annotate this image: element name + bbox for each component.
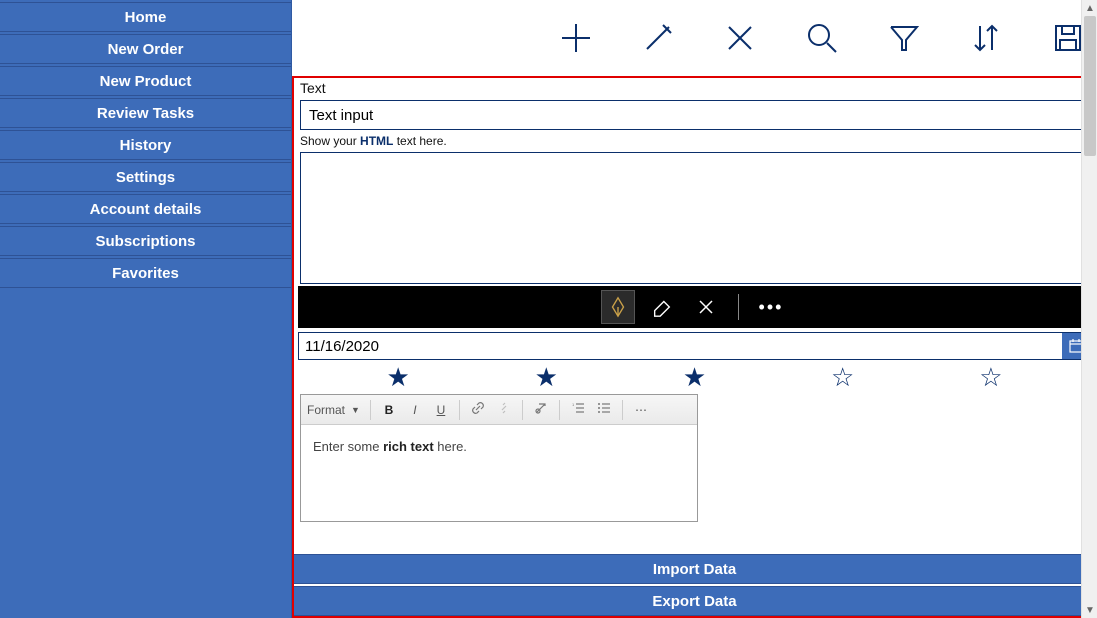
filter-icon[interactable] <box>887 21 921 55</box>
scroll-up-icon[interactable]: ▲ <box>1082 0 1097 16</box>
close-icon[interactable] <box>723 21 757 55</box>
rte-format-label: Format <box>307 403 345 417</box>
pen-icon[interactable] <box>602 291 634 323</box>
star-2[interactable]: ★ <box>535 364 558 390</box>
list-ul-icon[interactable] <box>596 401 612 418</box>
search-icon[interactable] <box>805 21 839 55</box>
html-hint-suffix: text here. <box>393 134 446 148</box>
rating: ★ ★ ★ ☆ ☆ <box>294 360 1095 392</box>
list-ol-icon[interactable]: 1 <box>570 401 586 418</box>
main: Text Show your HTML text here. <box>292 0 1097 618</box>
rte-sep <box>370 400 371 420</box>
star-3[interactable]: ★ <box>683 364 706 390</box>
rte-sep <box>522 400 523 420</box>
scroll-thumb[interactable] <box>1084 16 1096 156</box>
rte-text: here. <box>434 439 467 454</box>
text-label: Text <box>294 78 1095 98</box>
sidebar-item-review-tasks[interactable]: Review Tasks <box>0 98 291 128</box>
more-icon[interactable]: ••• <box>755 291 787 323</box>
sidebar-item-history[interactable]: History <box>0 130 291 160</box>
clear-format-icon[interactable] <box>533 401 549 418</box>
scrollbar[interactable]: ▲ ▼ <box>1081 0 1097 618</box>
sort-icon[interactable] <box>969 21 1003 55</box>
html-hint-prefix: Show your <box>300 134 360 148</box>
sidebar-item-home[interactable]: Home <box>0 2 291 32</box>
html-edit-box[interactable] <box>300 152 1089 284</box>
star-4[interactable]: ☆ <box>831 364 854 390</box>
save-icon[interactable] <box>1051 21 1085 55</box>
text-input[interactable] <box>300 100 1089 130</box>
rte-more-icon[interactable]: ⋯ <box>633 403 649 417</box>
action-buttons: Import Data Export Data <box>294 554 1095 616</box>
date-row <box>298 332 1091 360</box>
star-1[interactable]: ★ <box>386 364 409 390</box>
sidebar-item-new-order[interactable]: New Order <box>0 34 291 64</box>
rte-toolbar: Format ▼ B I U <box>301 395 697 425</box>
sidebar-item-subscriptions[interactable]: Subscriptions <box>0 226 291 256</box>
star-5[interactable]: ☆ <box>979 364 1002 390</box>
edit-icon[interactable] <box>641 21 675 55</box>
header-toolbar <box>292 0 1097 76</box>
svg-text:1: 1 <box>572 402 575 407</box>
eraser-icon[interactable] <box>646 291 678 323</box>
import-button[interactable]: Import Data <box>294 554 1095 584</box>
ink-toolbar: ••• <box>298 286 1091 328</box>
link-icon[interactable] <box>470 401 486 418</box>
html-hint-link[interactable]: HTML <box>360 134 393 148</box>
sidebar-item-favorites[interactable]: Favorites <box>0 258 291 288</box>
rte-body[interactable]: Enter some rich text here. <box>301 425 697 521</box>
add-icon[interactable] <box>559 21 593 55</box>
sidebar-item-settings[interactable]: Settings <box>0 162 291 192</box>
rte-text: Enter some <box>313 439 383 454</box>
sidebar: Home New Order New Product Review Tasks … <box>0 0 292 618</box>
unlink-icon[interactable] <box>496 401 512 418</box>
rte-sep <box>622 400 623 420</box>
rte-sep <box>559 400 560 420</box>
date-input[interactable] <box>299 333 1062 359</box>
sidebar-item-account-details[interactable]: Account details <box>0 194 291 224</box>
rte-sep <box>459 400 460 420</box>
ink-close-icon[interactable] <box>690 291 722 323</box>
export-button[interactable]: Export Data <box>294 586 1095 616</box>
bold-icon[interactable]: B <box>381 403 397 417</box>
sidebar-item-new-product[interactable]: New Product <box>0 66 291 96</box>
scroll-down-icon[interactable]: ▼ <box>1082 602 1097 618</box>
rte-format-dropdown[interactable]: Format ▼ <box>307 403 360 417</box>
underline-icon[interactable]: U <box>433 403 449 417</box>
rte-text-bold: rich text <box>383 439 434 454</box>
html-hint: Show your HTML text here. <box>294 134 1095 152</box>
content-panel: Text Show your HTML text here. <box>292 76 1097 618</box>
rich-text-editor: Format ▼ B I U <box>300 394 698 522</box>
ink-separator <box>738 294 739 320</box>
italic-icon[interactable]: I <box>407 403 423 417</box>
